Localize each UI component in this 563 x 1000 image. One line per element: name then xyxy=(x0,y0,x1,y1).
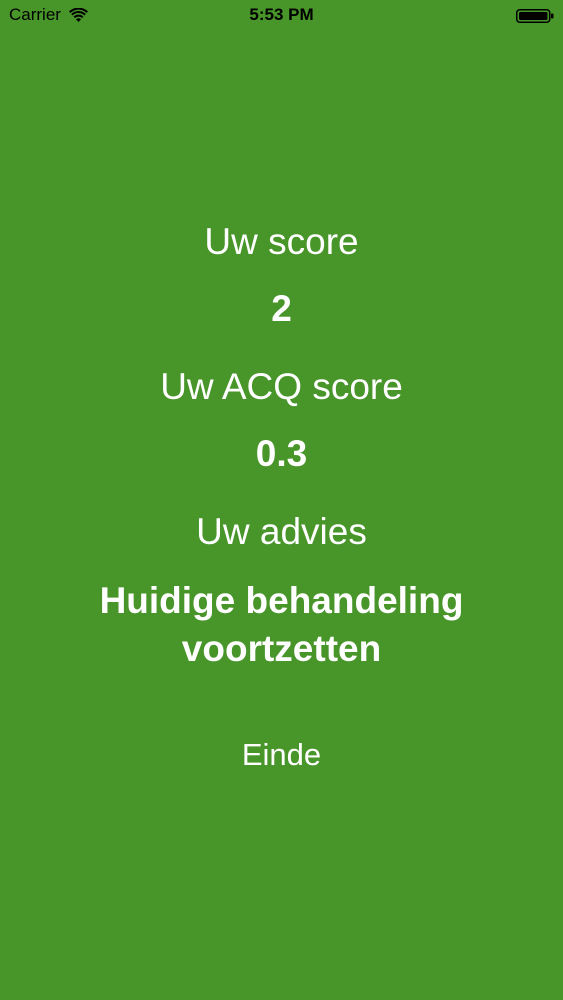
acq-score-label: Uw ACQ score xyxy=(160,366,403,407)
battery-icon xyxy=(516,9,554,23)
result-screen: Carrier 5:53 PM Uw score 2 Uw ACQ score … xyxy=(0,0,563,1000)
status-bar: Carrier 5:53 PM xyxy=(0,0,563,32)
advice-label: Uw advies xyxy=(196,511,367,552)
acq-score-value: 0.3 xyxy=(255,433,308,474)
end-button[interactable]: Einde xyxy=(232,735,331,775)
score-label: Uw score xyxy=(204,221,359,262)
status-time: 5:53 PM xyxy=(249,5,314,24)
advice-value: Huidige behandeling voortzetten xyxy=(99,580,464,669)
score-value: 2 xyxy=(271,288,292,329)
